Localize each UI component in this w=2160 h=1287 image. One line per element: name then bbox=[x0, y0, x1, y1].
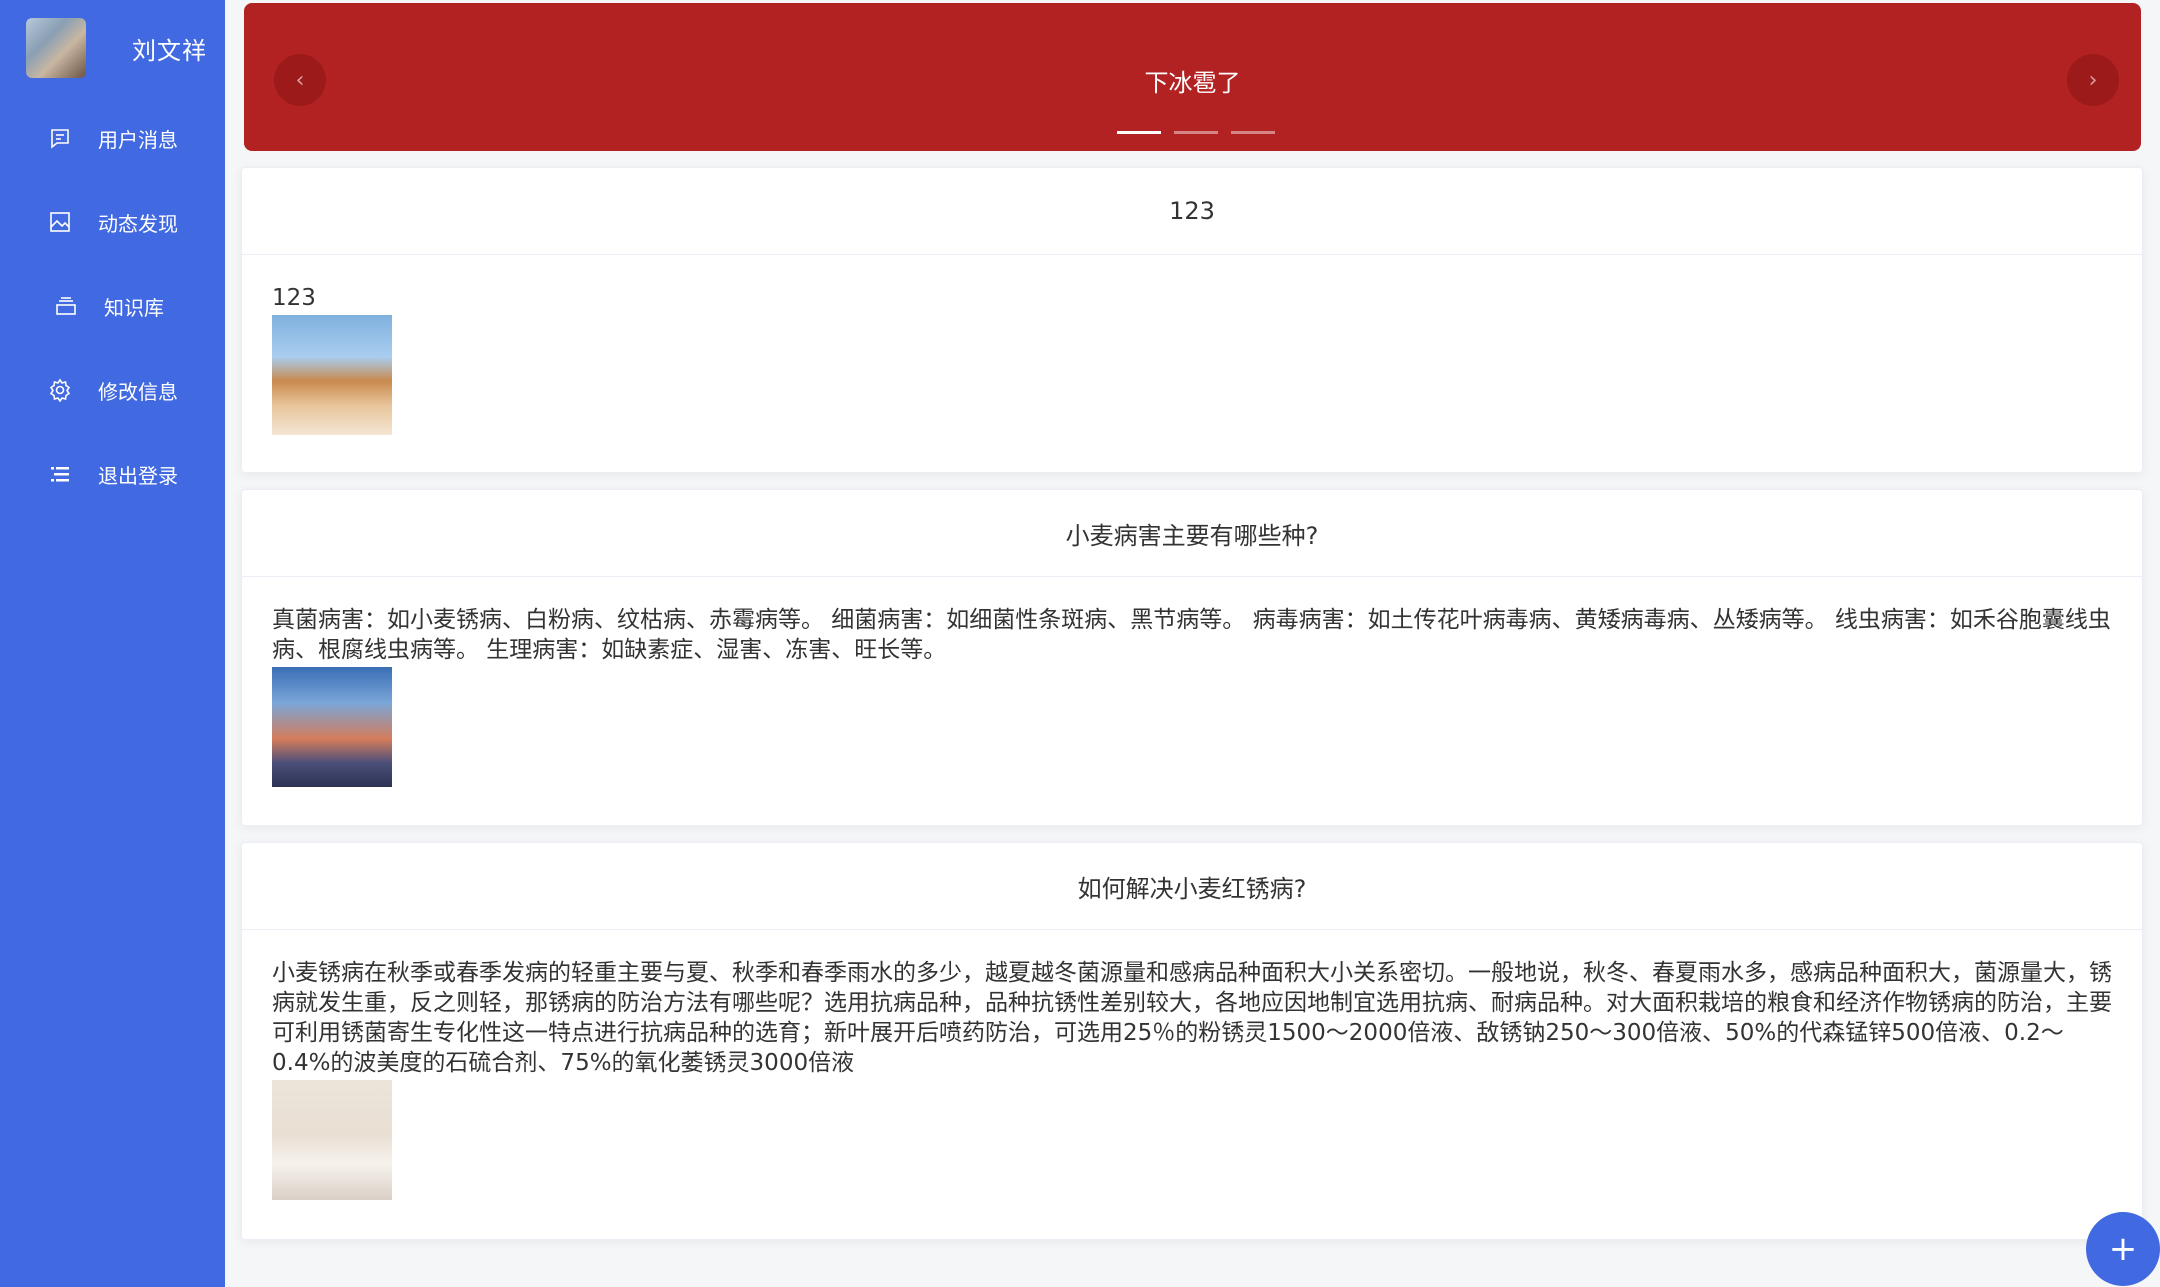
list-icon bbox=[46, 460, 74, 488]
post-body: 123 bbox=[242, 255, 2142, 435]
sidebar-item-label: 退出登录 bbox=[98, 463, 178, 488]
main-content: ‹ 下冰雹了 › 123 123 小麦病害主要有哪些种? 真菌病害：如小麦锈病、… bbox=[240, 0, 2144, 1287]
carousel-indicator[interactable] bbox=[1117, 131, 1161, 134]
sidebar-item-label: 动态发现 bbox=[98, 211, 178, 236]
sidebar-item-knowledge-base[interactable]: 知识库 bbox=[0, 264, 225, 348]
post-title: 123 bbox=[242, 168, 2142, 255]
picture-icon bbox=[46, 208, 74, 236]
gear-icon bbox=[46, 376, 74, 404]
sidebar-item-discover[interactable]: 动态发现 bbox=[0, 180, 225, 264]
post-image[interactable] bbox=[272, 667, 392, 787]
post-content: 真菌病害：如小麦锈病、白粉病、纹枯病、赤霉病等。 细菌病害：如细菌性条斑病、黑节… bbox=[272, 607, 2111, 663]
carousel[interactable]: ‹ 下冰雹了 › bbox=[244, 3, 2141, 151]
username: 刘文祥 bbox=[132, 36, 207, 65]
post-content: 小麦锈病在秋季或春季发病的轻重主要与夏、秋季和春季雨水的多少，越夏越冬菌源量和感… bbox=[272, 960, 2112, 1076]
post-image[interactable] bbox=[272, 1080, 392, 1200]
carousel-indicator[interactable] bbox=[1231, 131, 1275, 134]
sidebar-menu: 用户消息 动态发现 知识库 修改信息 退出登录 bbox=[0, 96, 225, 516]
sidebar-item-label: 用户消息 bbox=[98, 127, 178, 152]
post-title: 如何解决小麦红锈病? bbox=[242, 843, 2142, 930]
sidebar-item-user-messages[interactable]: 用户消息 bbox=[0, 96, 225, 180]
sidebar-item-label: 修改信息 bbox=[98, 379, 178, 404]
sidebar-item-edit-info[interactable]: 修改信息 bbox=[0, 348, 225, 432]
post-image[interactable] bbox=[272, 315, 392, 435]
stack-icon bbox=[52, 292, 80, 320]
post-body: 真菌病害：如小麦锈病、白粉病、纹枯病、赤霉病等。 细菌病害：如细菌性条斑病、黑节… bbox=[242, 577, 2142, 787]
chevron-right-icon: › bbox=[2088, 67, 2098, 93]
carousel-next-button[interactable]: › bbox=[2067, 54, 2119, 106]
post-card: 123 123 bbox=[241, 167, 2143, 473]
post-card: 如何解决小麦红锈病? 小麦锈病在秋季或春季发病的轻重主要与夏、秋季和春季雨水的多… bbox=[241, 842, 2143, 1240]
post-card: 小麦病害主要有哪些种? 真菌病害：如小麦锈病、白粉病、纹枯病、赤霉病等。 细菌病… bbox=[241, 489, 2143, 826]
user-panel: 刘文祥 bbox=[0, 0, 225, 96]
avatar[interactable] bbox=[26, 18, 86, 78]
message-icon bbox=[46, 124, 74, 152]
add-post-button[interactable]: + bbox=[2086, 1212, 2160, 1286]
sidebar: 刘文祥 用户消息 动态发现 知识库 修改信息 退出登录 bbox=[0, 0, 225, 1287]
plus-icon: + bbox=[2108, 1229, 2138, 1269]
post-title: 小麦病害主要有哪些种? bbox=[242, 490, 2142, 577]
sidebar-item-logout[interactable]: 退出登录 bbox=[0, 432, 225, 516]
post-content: 123 bbox=[272, 285, 316, 311]
sidebar-item-label: 知识库 bbox=[104, 295, 164, 320]
carousel-title: 下冰雹了 bbox=[1144, 69, 1241, 97]
app: 刘文祥 用户消息 动态发现 知识库 修改信息 退出登录 ‹ 下冰雹了 › 123… bbox=[0, 0, 2160, 1287]
carousel-indicators bbox=[1117, 131, 1288, 134]
post-body: 小麦锈病在秋季或春季发病的轻重主要与夏、秋季和春季雨水的多少，越夏越冬菌源量和感… bbox=[242, 930, 2142, 1200]
carousel-indicator[interactable] bbox=[1174, 131, 1218, 134]
